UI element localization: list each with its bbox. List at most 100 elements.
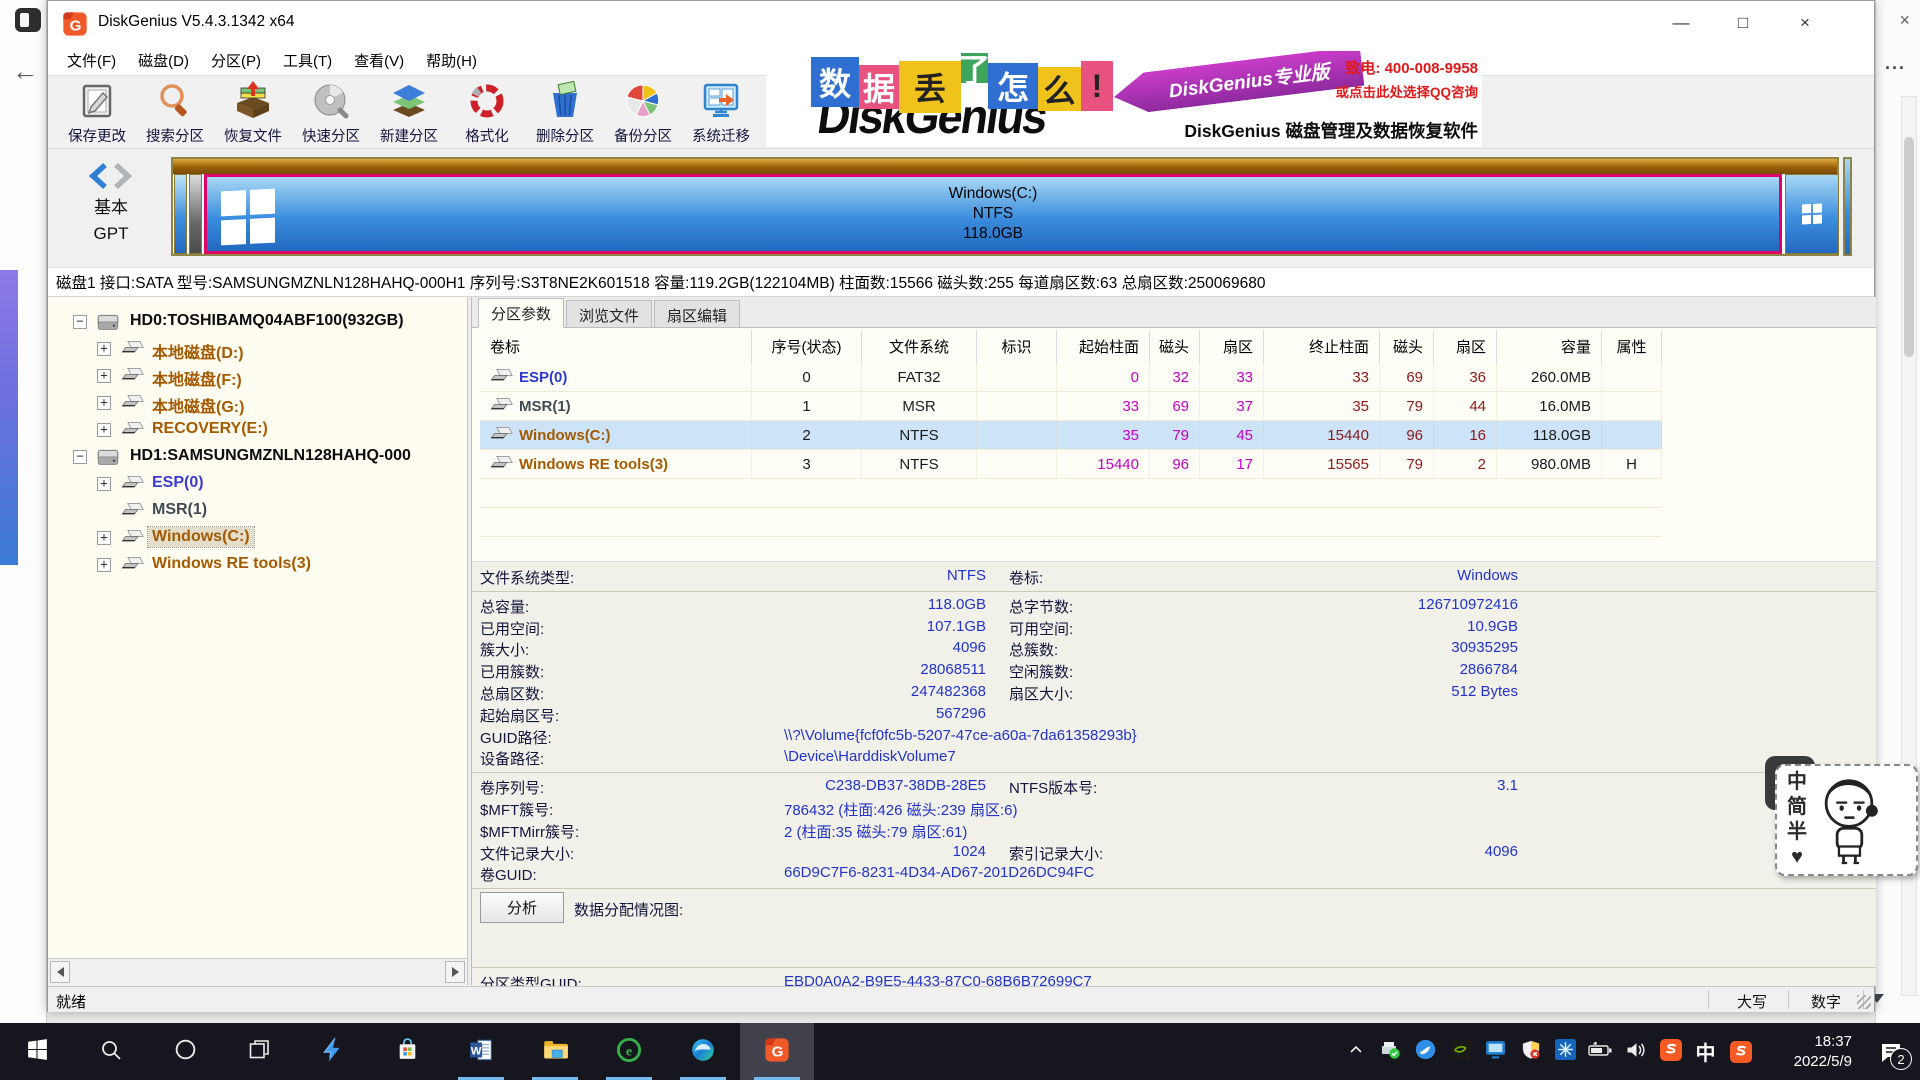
sidebar-item[interactable]: MSR(1) [48,498,467,525]
toolbar-delete-partition-button[interactable]: 删除分区 [526,76,604,148]
resize-grip[interactable] [1857,995,1871,1009]
tray-defender[interactable] [1513,1023,1548,1080]
analyze-button[interactable]: 分析 [480,892,564,923]
taskbar-search[interactable] [74,1023,148,1080]
sidebar-item[interactable]: +Windows(C:) [48,525,467,552]
partition-row[interactable]: ESP(0)0FAT3203233336936260.0MB [480,363,1662,392]
close-button[interactable]: × [1774,1,1836,45]
action-center-button[interactable]: 2 [1862,1023,1920,1080]
menu-disk[interactable]: 磁盘(D) [127,46,200,75]
taskbar-start[interactable] [0,1023,74,1080]
menu-view[interactable]: 查看(V) [343,46,415,75]
tray-nvidia[interactable] [1443,1023,1478,1080]
browser-tab-icon[interactable] [15,8,41,32]
collapse-icon[interactable]: − [73,315,87,329]
partition-block-re-tools[interactable] [1785,174,1839,254]
column-header[interactable]: 属性 [1602,330,1662,363]
column-header[interactable]: 磁头 [1150,330,1200,363]
menu-tools[interactable]: 工具(T) [272,46,343,75]
column-header[interactable]: 磁头 [1380,330,1434,363]
toolbar-migrate-system-button[interactable]: 系统迁移 [682,76,760,148]
expand-icon[interactable]: + [97,477,111,491]
column-header[interactable]: 起始柱面 [1057,330,1150,363]
expand-icon[interactable]: + [97,423,111,437]
toolbar-recover-files-button[interactable]: 恢复文件 [214,76,292,148]
tab-sector-edit[interactable]: 扇区编辑 [654,300,740,327]
ime-indicator[interactable]: 中 [1688,1023,1723,1080]
tray-intel[interactable] [1478,1023,1513,1080]
menu-partition[interactable]: 分区(P) [200,46,272,75]
column-header[interactable]: 序号(状态) [752,330,862,363]
expand-icon[interactable]: + [97,342,111,356]
taskbar-file-explorer[interactable] [518,1023,592,1080]
partition-row[interactable]: MSR(1)1MSR33693735794416.0MB [480,392,1662,421]
taskbar-task-view[interactable] [222,1023,296,1080]
banner-ad[interactable]: 数据丢了怎么! DiskGenius DiskGenius专业版 致电: 400… [766,51,1482,147]
tray-freeze[interactable] [1548,1023,1583,1080]
toolbar-search-partition-button[interactable]: 搜索分区 [136,76,214,148]
column-header[interactable]: 容量 [1497,330,1602,363]
toolbar-format-button[interactable]: 格式化 [448,76,526,148]
taskbar-word[interactable]: W [444,1023,518,1080]
expand-icon[interactable]: + [97,369,111,383]
tree-horizontal-scrollbar[interactable] [48,958,468,985]
tray-expand[interactable] [1338,1023,1373,1080]
sidebar-item[interactable]: +ESP(0) [48,471,467,498]
taskbar-edge[interactable] [666,1023,740,1080]
column-header[interactable]: 终止柱面 [1264,330,1380,363]
sogou-tray-icon[interactable] [1723,1023,1758,1080]
minimize-button[interactable]: — [1650,1,1712,45]
sidebar-item[interactable]: +RECOVERY(E:) [48,417,467,444]
tray-tim[interactable] [1408,1023,1443,1080]
scroll-right-icon[interactable] [445,961,465,983]
sidebar-item[interactable]: +本地磁盘(G:) [48,390,467,417]
tray-power[interactable] [1583,1023,1618,1080]
tab-partition-params[interactable]: 分区参数 [478,298,564,328]
sidebar-item[interactable]: +Windows RE tools(3) [48,552,467,579]
column-header[interactable]: 扇区 [1434,330,1497,363]
expand-icon[interactable]: + [97,396,111,410]
banner-qq-link[interactable]: 或点击此处选择QQ咨询 [1335,81,1478,101]
scroll-left-icon[interactable] [50,961,70,983]
menu-help[interactable]: 帮助(H) [415,46,488,75]
partition-block-windows-c[interactable]: Windows(C:) NTFS 118.0GB [204,174,1782,254]
taskbar-cortana[interactable] [148,1023,222,1080]
taskbar-diskgenius[interactable]: G [740,1023,814,1080]
sidebar-item[interactable]: −HD0:TOSHIBAMQ04ABF100(932GB) [48,309,467,336]
more-menu-icon[interactable]: ··· [1885,58,1906,79]
column-header[interactable]: 卷标 [480,330,752,363]
expand-icon[interactable]: + [97,531,111,545]
taskbar-clock[interactable]: 18:37 2022/5/9 [1758,1032,1862,1072]
toolbar-quick-partition-button[interactable]: 快速分区 [292,76,370,148]
scrollbar-thumb[interactable] [1904,137,1914,357]
sidebar-item[interactable]: −HD1:SAMSUNGMZNLN128HAHQ-000 [48,444,467,471]
tray-printer[interactable] [1373,1023,1408,1080]
partition-block-msr[interactable] [189,174,202,254]
expand-icon[interactable]: + [97,558,111,572]
toolbar-backup-partition-button[interactable]: 备份分区 [604,76,682,148]
tab-browse-files[interactable]: 浏览文件 [566,300,652,327]
taskbar-browser-green-e[interactable]: e [592,1023,666,1080]
sidebar-item[interactable]: +本地磁盘(D:) [48,336,467,363]
maximize-button[interactable]: □ [1712,1,1774,45]
disk-prev-next-icons[interactable] [85,161,137,191]
column-header[interactable]: 扇区 [1200,330,1264,363]
collapse-icon[interactable]: − [73,450,87,464]
taskbar-store[interactable] [370,1023,444,1080]
column-header[interactable]: 标识 [977,330,1057,363]
toolbar-save-changes-button[interactable]: 保存更改 [58,76,136,148]
disk-bar-header[interactable] [173,159,1837,174]
disk-bar-overflow[interactable] [1843,157,1852,256]
taskbar-flash-app[interactable] [296,1023,370,1080]
partition-row[interactable]: Windows(C:)2NTFS357945154409616118.0GB [480,421,1662,450]
tray-sogou[interactable] [1653,1023,1688,1080]
menu-file[interactable]: 文件(F) [56,46,127,75]
partition-block-esp[interactable] [174,174,187,254]
background-close-icon[interactable]: × [1899,10,1910,31]
toolbar-new-partition-button[interactable]: 新建分区 [370,76,448,148]
back-arrow-icon[interactable]: ← [12,56,38,87]
partition-row[interactable]: Windows RE tools(3)3NTFS1544096171556579… [480,450,1662,479]
tray-volume[interactable] [1618,1023,1653,1080]
sidebar-item[interactable]: +本地磁盘(F:) [48,363,467,390]
column-header[interactable]: 文件系统 [862,330,977,363]
